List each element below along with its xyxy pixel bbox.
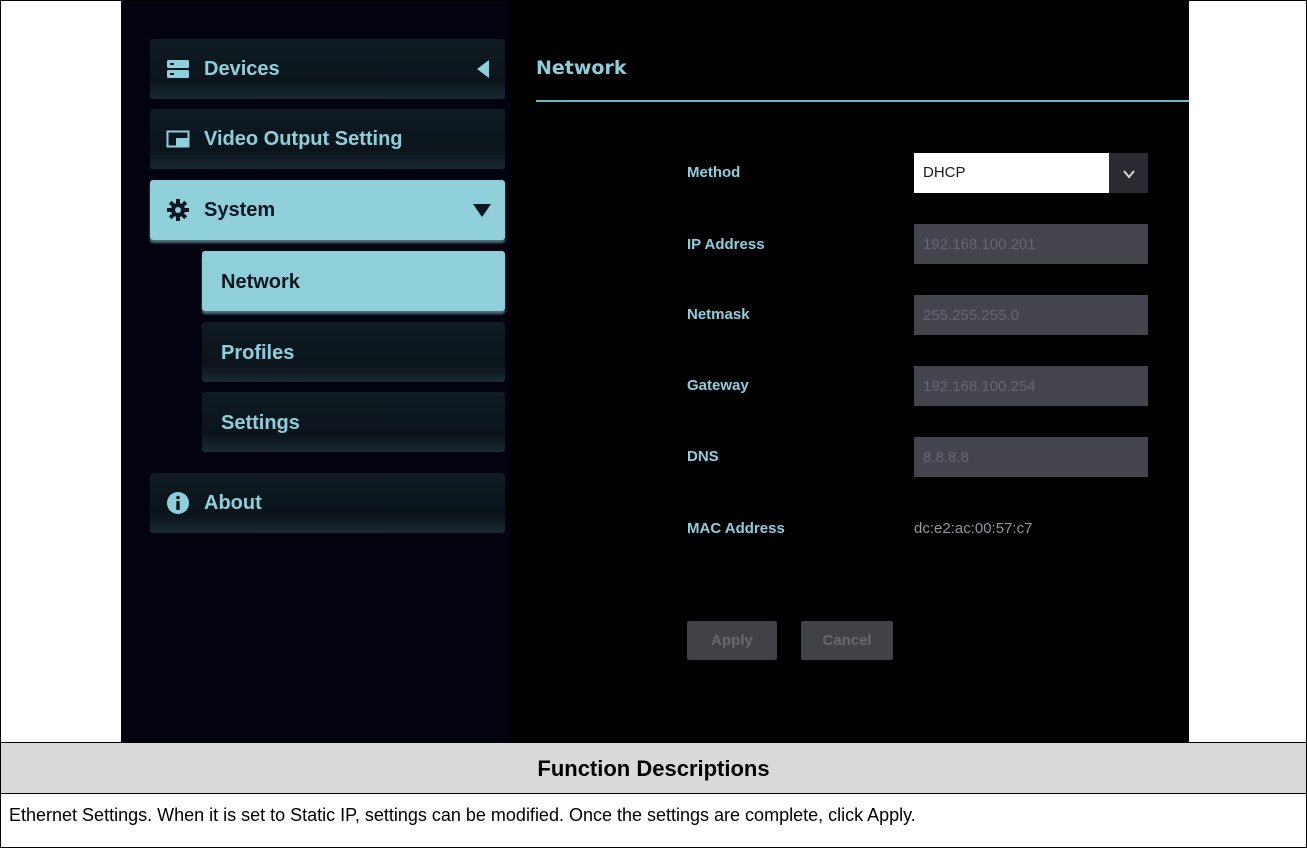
dns-field[interactable] (914, 437, 1148, 477)
triangle-down-icon (473, 204, 491, 217)
sidebar-subitem-label: Network (221, 271, 300, 293)
sidebar-item-label: About (204, 491, 262, 514)
method-select[interactable]: DHCP (914, 153, 1148, 193)
sidebar: Devices Video Output Setting System Netw… (121, 1, 509, 742)
triangle-left-icon (477, 60, 489, 78)
chevron-down-icon[interactable] (1109, 153, 1148, 193)
gateway-field[interactable] (914, 366, 1148, 406)
server-icon (166, 57, 190, 81)
dns-label: DNS (687, 448, 719, 465)
method-select-value: DHCP (923, 164, 966, 181)
gateway-label: Gateway (687, 377, 749, 394)
mac-address-value: dc:e2:ac:00:57:c7 (914, 520, 1033, 537)
sidebar-item-video-output-setting[interactable]: Video Output Setting (150, 109, 505, 169)
screenshot-cell: Devices Video Output Setting System Netw… (1, 1, 1306, 743)
apply-button[interactable]: Apply (687, 621, 777, 660)
page-title: Network (536, 57, 627, 79)
gear-icon (166, 198, 190, 222)
sidebar-item-devices[interactable]: Devices (150, 39, 505, 99)
sidebar-subitem-settings[interactable]: Settings (202, 392, 505, 452)
info-icon (166, 491, 190, 515)
description-header: Function Descriptions (1, 743, 1306, 794)
ip-address-field[interactable] (914, 224, 1148, 264)
sidebar-item-label: Devices (204, 57, 280, 80)
ip-address-label: IP Address (687, 236, 765, 253)
device-web-ui: Devices Video Output Setting System Netw… (121, 1, 1189, 742)
sidebar-item-label: Video Output Setting (204, 127, 403, 150)
description-text: Ethernet Settings. When it is set to Sta… (9, 805, 916, 825)
window-icon (166, 127, 190, 151)
sidebar-subitem-label: Profiles (221, 342, 295, 364)
mac-address-label: MAC Address (687, 520, 785, 537)
sidebar-item-about[interactable]: About (150, 473, 505, 533)
netmask-label: Netmask (687, 306, 750, 323)
cancel-button[interactable]: Cancel (801, 621, 893, 660)
sidebar-subitem-profiles[interactable]: Profiles (202, 322, 505, 382)
sidebar-item-label: System (204, 198, 276, 221)
network-panel: Network Method DHCP IP Address Netmask G… (509, 1, 1189, 742)
function-table: Devices Video Output Setting System Netw… (0, 0, 1307, 848)
netmask-field[interactable] (914, 295, 1148, 335)
sidebar-subitem-network[interactable]: Network (202, 251, 505, 311)
sidebar-item-system[interactable]: System (150, 180, 505, 240)
sidebar-subitem-label: Settings (221, 412, 300, 434)
method-label: Method (687, 164, 741, 181)
title-divider (536, 100, 1189, 102)
